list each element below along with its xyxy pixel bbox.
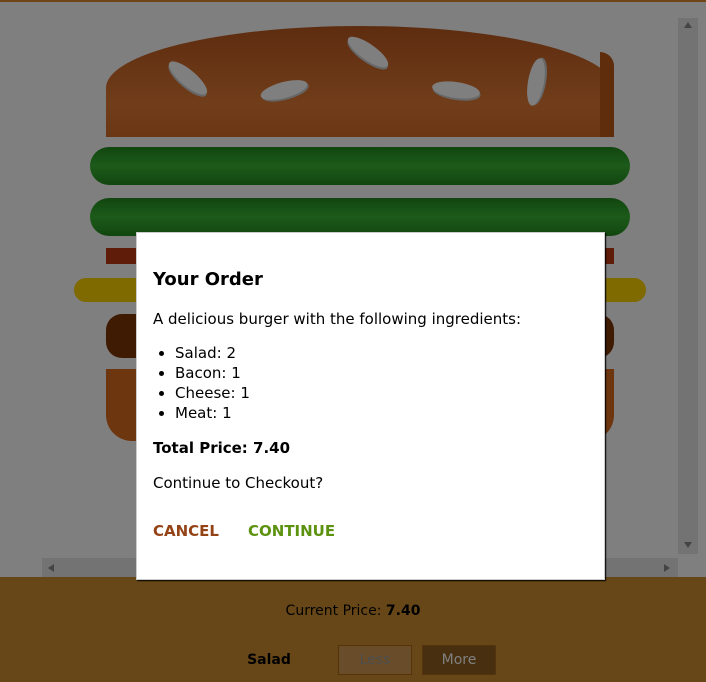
modal-title: Your Order	[153, 269, 263, 290]
ingredient-qty: 1	[240, 384, 250, 402]
ingredient-name: Salad	[175, 344, 217, 362]
continue-button[interactable]: CONTINUE	[248, 522, 335, 540]
order-summary-modal: Your Order A delicious burger with the f…	[136, 232, 605, 580]
total-price: Total Price: 7.40	[153, 439, 290, 457]
total-price-label: Total Price:	[153, 439, 248, 457]
ingredient-name: Meat	[175, 404, 213, 422]
ingredient-list: Salad: 2 Bacon: 1 Cheese: 1 Meat: 1	[153, 343, 250, 423]
ingredient-qty: 1	[222, 404, 232, 422]
checkout-question: Continue to Checkout?	[153, 474, 324, 492]
ingredient-item: Meat: 1	[175, 403, 250, 423]
ingredient-name: Bacon	[175, 364, 222, 382]
ingredient-item: Bacon: 1	[175, 363, 250, 383]
order-intro: A delicious burger with the following in…	[153, 310, 522, 328]
ingredient-qty: 1	[231, 364, 241, 382]
ingredient-qty: 2	[226, 344, 236, 362]
ingredient-item: Salad: 2	[175, 343, 250, 363]
cancel-button[interactable]: CANCEL	[153, 522, 219, 540]
ingredient-name: Cheese	[175, 384, 231, 402]
total-price-value: 7.40	[253, 439, 291, 457]
ingredient-item: Cheese: 1	[175, 383, 250, 403]
